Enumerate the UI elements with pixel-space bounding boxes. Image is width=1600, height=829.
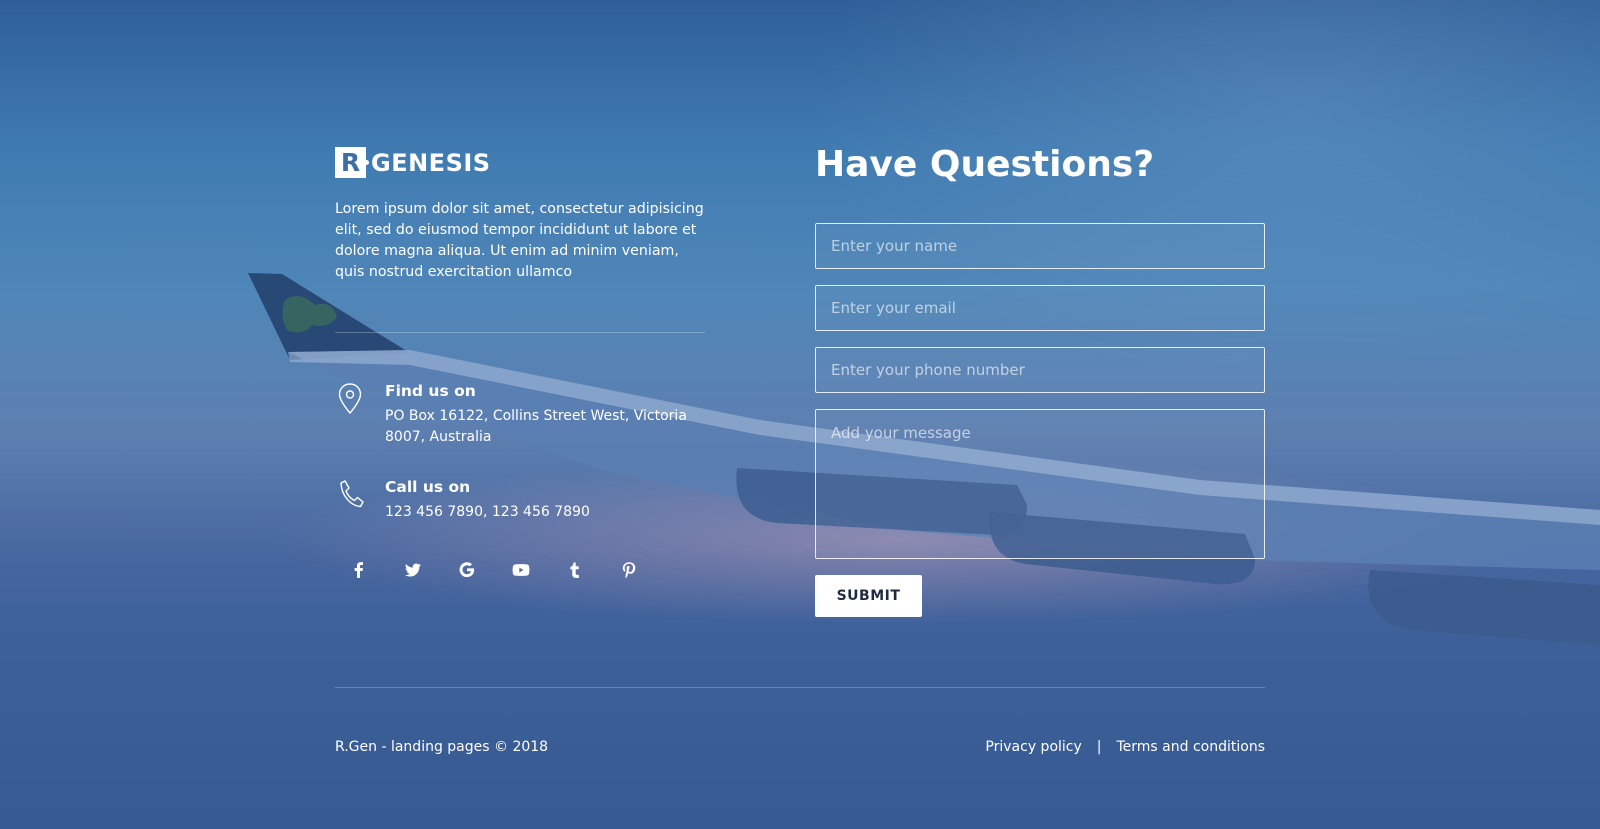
intro-text: Lorem ipsum dolor sit amet, consectetur …: [335, 201, 704, 280]
footer-separator: |: [1096, 739, 1102, 755]
background-glow: [0, 0, 1600, 829]
brand-logo[interactable]: R GENESIS: [335, 147, 491, 178]
left-divider: [335, 332, 705, 333]
privacy-policy-link[interactable]: Privacy policy: [985, 739, 1081, 755]
youtube-icon[interactable]: [507, 555, 561, 585]
background-airplane-wing: [248, 273, 1600, 645]
address-block: Find us on PO Box 16122, Collins Street …: [335, 382, 715, 452]
phone-icon: [335, 478, 365, 512]
logo-text: GENESIS: [371, 148, 491, 177]
address-text: PO Box 16122, Collins Street West, Victo…: [385, 408, 687, 445]
footer-links: Privacy policy | Terms and conditions: [985, 739, 1265, 755]
terms-link[interactable]: Terms and conditions: [1117, 739, 1266, 755]
google-icon[interactable]: [453, 555, 507, 585]
pinterest-icon[interactable]: [615, 555, 669, 585]
phone-text: 123 456 7890, 123 456 7890: [385, 504, 590, 520]
phone-block: Call us on 123 456 7890, 123 456 7890: [335, 478, 715, 528]
form-title: Have Questions?: [815, 144, 1155, 185]
tumblr-icon[interactable]: [561, 555, 615, 585]
twitter-icon[interactable]: [399, 555, 453, 585]
phone-input[interactable]: [815, 347, 1265, 393]
social-links: [345, 555, 669, 585]
address-title: Find us on: [385, 382, 476, 400]
phone-title: Call us on: [385, 478, 471, 496]
footer-divider: [335, 687, 1265, 688]
email-input[interactable]: [815, 285, 1265, 331]
name-input[interactable]: [815, 223, 1265, 269]
facebook-icon[interactable]: [345, 555, 399, 585]
submit-button[interactable]: SUBMIT: [815, 575, 922, 617]
copyright-text: R.Gen - landing pages © 2018: [335, 739, 549, 755]
message-textarea[interactable]: [815, 409, 1265, 559]
logo-mark: R: [335, 147, 369, 178]
location-pin-icon: [335, 382, 365, 416]
